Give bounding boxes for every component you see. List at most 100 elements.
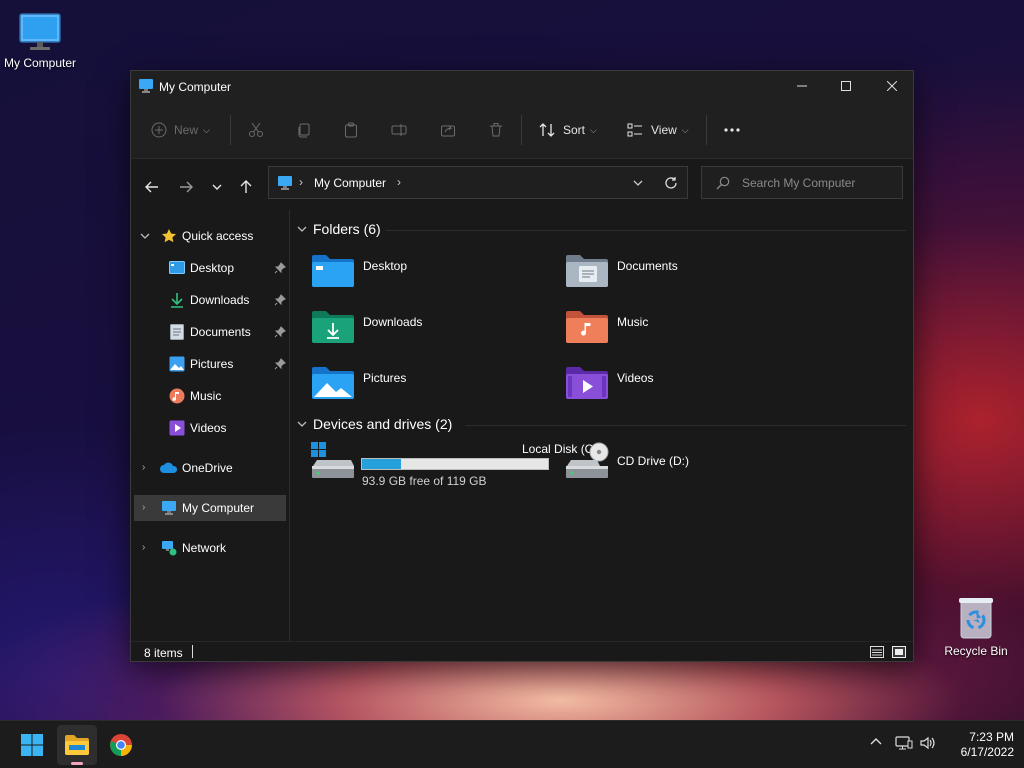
folder-name: Downloads: [363, 315, 423, 329]
sidebar-item-documents[interactable]: Documents: [134, 319, 286, 345]
breadcrumb-item[interactable]: My Computer: [314, 176, 386, 190]
chevron-right-icon[interactable]: ›: [142, 502, 145, 513]
taskbar-chrome[interactable]: [101, 725, 141, 765]
pictures-folder-icon: [312, 367, 354, 399]
chevron-down-icon: [297, 421, 307, 427]
drive-free-space: 93.9 GB free of 119 GB: [362, 474, 487, 488]
sidebar-item-network[interactable]: › Network: [134, 535, 286, 561]
navigation-pane: Quick access Desktop Downloads Documents…: [131, 210, 289, 641]
system-clock[interactable]: 7:23 PM 6/17/2022: [940, 730, 1014, 760]
monitor-icon: [19, 13, 61, 50]
status-bar: 8 items: [131, 641, 913, 661]
sidebar-item-onedrive[interactable]: › OneDrive: [134, 455, 286, 481]
view-button[interactable]: View ⌵: [627, 118, 689, 142]
group-divider: [465, 425, 906, 426]
volume-icon[interactable]: [919, 735, 937, 751]
folder-tile-downloads[interactable]: Downloads: [311, 308, 422, 344]
title-bar[interactable]: My Computer: [131, 71, 913, 101]
minimize-button[interactable]: [779, 71, 825, 101]
network-status-icon[interactable]: [895, 735, 913, 751]
folder-name: Videos: [617, 371, 654, 385]
folder-tile-desktop[interactable]: Desktop: [311, 252, 407, 288]
close-button[interactable]: [869, 71, 915, 101]
folder-name: Music: [617, 315, 649, 329]
chevron-right-icon[interactable]: ›: [142, 462, 145, 473]
recent-locations-button[interactable]: [206, 176, 228, 198]
drive-tile-c[interactable]: [311, 442, 355, 480]
chevron-down-icon[interactable]: [632, 177, 644, 189]
hard-drive-icon: [311, 442, 354, 478]
cut-button[interactable]: [248, 118, 264, 142]
window-title: My Computer: [159, 80, 232, 94]
rename-button[interactable]: [391, 118, 407, 142]
sidebar-item-pictures[interactable]: Pictures: [134, 351, 286, 377]
forward-button[interactable]: [175, 176, 197, 198]
breadcrumb-chevron-icon[interactable]: ›: [397, 175, 401, 189]
folder-tile-pictures[interactable]: Pictures: [311, 364, 406, 400]
folder-tile-music[interactable]: Music: [565, 308, 648, 344]
chevron-right-icon[interactable]: ›: [142, 542, 145, 553]
paste-button[interactable]: [343, 118, 359, 142]
refresh-icon[interactable]: [664, 176, 678, 190]
maximize-icon: [841, 81, 851, 91]
drives-group-header[interactable]: Devices and drives (2): [297, 416, 452, 432]
tiles-view-icon[interactable]: [892, 646, 906, 658]
sort-button[interactable]: Sort ⌵: [539, 118, 597, 142]
sidebar-item-label: Music: [190, 389, 222, 403]
chevron-down-icon: [212, 184, 222, 190]
rename-icon: [391, 124, 407, 136]
chevron-up-icon[interactable]: [869, 735, 883, 749]
back-button[interactable]: [141, 176, 163, 198]
search-placeholder: Search My Computer: [742, 176, 856, 190]
sidebar-item-desktop[interactable]: Desktop: [134, 255, 286, 281]
maximize-button[interactable]: [823, 71, 869, 101]
more-icon: [724, 128, 740, 132]
details-view-icon[interactable]: [870, 646, 884, 658]
desktop-icon-my-computer[interactable]: My Computer: [0, 8, 80, 70]
folder-name: Documents: [617, 259, 678, 273]
search-box[interactable]: Search My Computer: [701, 166, 903, 199]
start-button[interactable]: [12, 725, 52, 765]
pin-icon[interactable]: [274, 294, 286, 306]
sidebar-item-label: Documents: [190, 325, 251, 339]
delete-button[interactable]: [488, 118, 504, 142]
pane-splitter[interactable]: [289, 210, 290, 641]
sidebar-item-quick-access[interactable]: Quick access: [134, 223, 286, 249]
drive-tile-d[interactable]: CD Drive (D:): [565, 442, 689, 480]
address-bar[interactable]: › My Computer ›: [268, 166, 688, 199]
videos-folder-icon: [566, 367, 608, 399]
recycle-bin-icon: [959, 598, 993, 639]
status-separator: [192, 645, 193, 658]
pin-icon[interactable]: [274, 358, 286, 370]
arrow-right-icon: [180, 181, 193, 193]
desktop-icon-recycle-bin[interactable]: Recycle Bin: [936, 596, 1016, 658]
sidebar-item-label: Pictures: [190, 357, 234, 371]
sidebar-item-my-computer[interactable]: › My Computer: [134, 495, 286, 521]
plus-circle-icon: [151, 122, 167, 138]
desktop-icon-label: Recycle Bin: [944, 644, 1008, 658]
copy-button[interactable]: [296, 118, 312, 142]
view-label: View: [651, 123, 677, 137]
taskbar-file-explorer[interactable]: [57, 725, 97, 765]
folder-name: Desktop: [363, 259, 408, 273]
documents-folder-icon: [566, 255, 608, 287]
sidebar-item-music[interactable]: Music: [134, 383, 286, 409]
sidebar-item-downloads[interactable]: Downloads: [134, 287, 286, 313]
file-explorer-icon: [65, 735, 89, 755]
download-arrow-icon: [171, 293, 183, 308]
folder-tile-documents[interactable]: Documents: [565, 252, 678, 288]
sidebar-item-videos[interactable]: Videos: [134, 415, 286, 441]
folder-tile-videos[interactable]: Videos: [565, 364, 653, 400]
more-options-button[interactable]: [723, 118, 741, 142]
share-button[interactable]: [440, 118, 456, 142]
monitor-icon: [278, 176, 292, 190]
pin-icon[interactable]: [274, 262, 286, 274]
sidebar-item-label: Quick access: [182, 229, 254, 243]
pin-icon[interactable]: [274, 326, 286, 338]
breadcrumb-chevron-icon[interactable]: ›: [299, 175, 303, 189]
sidebar-item-label: Downloads: [190, 293, 250, 307]
new-button[interactable]: New ⌵: [151, 118, 210, 142]
star-icon: [162, 229, 176, 243]
folders-group-header[interactable]: Folders (6): [297, 221, 381, 237]
up-button[interactable]: [235, 176, 257, 198]
